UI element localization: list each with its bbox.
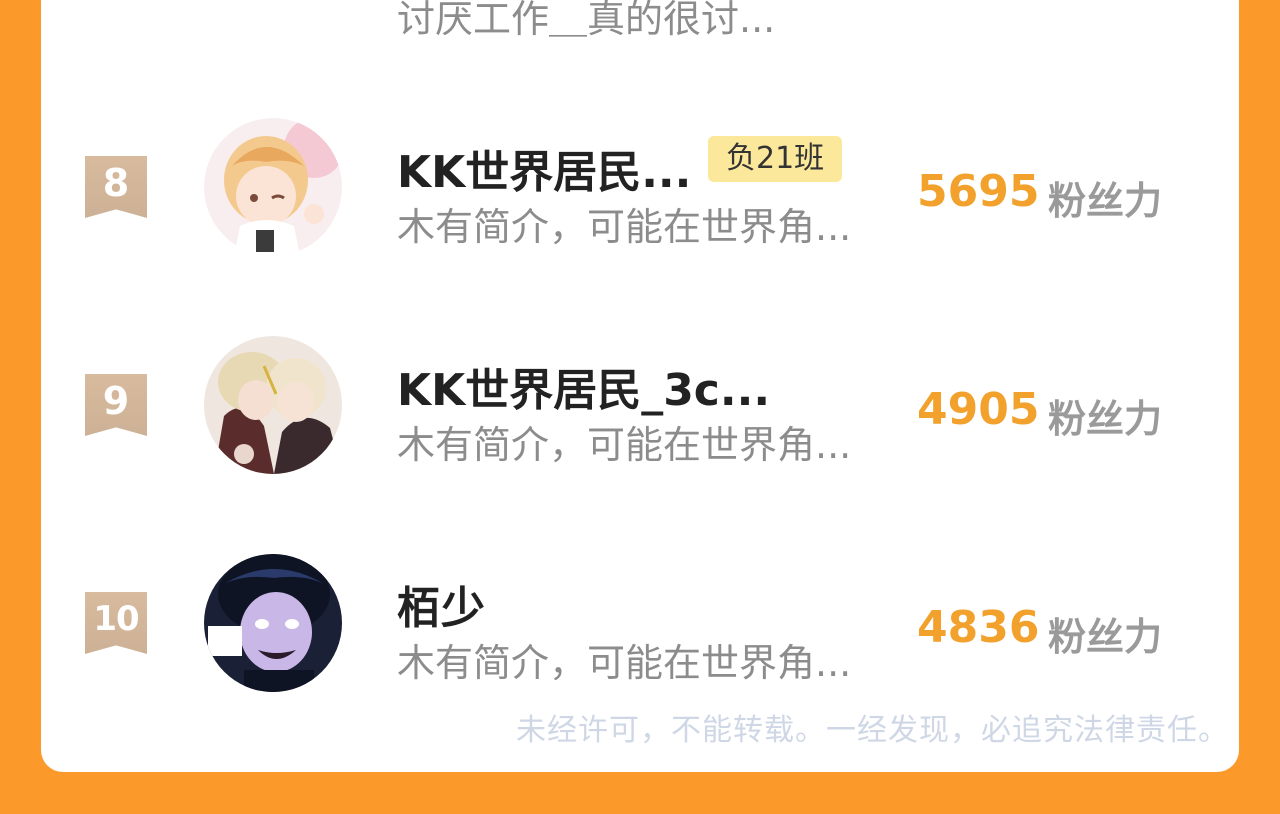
fan-power-label: 粉丝力 bbox=[1048, 179, 1163, 223]
rank-badge: 10 bbox=[85, 592, 147, 654]
fan-power-score: 5695 bbox=[917, 166, 1040, 217]
rank-badge: 9 bbox=[85, 374, 147, 436]
avatar[interactable] bbox=[204, 336, 342, 474]
rank-badge: 8 bbox=[85, 156, 147, 218]
user-bio: 讨厌工作＿真的很讨... bbox=[397, 0, 776, 41]
user-bio: 木有简介，可能在世界角... bbox=[397, 205, 852, 249]
user-bio: 木有简介，可能在世界角... bbox=[397, 423, 852, 467]
list-item[interactable]: 9 KK世界居民_3c... 木有简介，可能在世界角... 4905 粉丝力 bbox=[41, 328, 1239, 478]
leaderboard-card: 讨厌工作＿真的很讨... 8 KK世界居民... 负21班 木有简介，可能在世界… bbox=[41, 0, 1239, 772]
copyright-notice: 未经许可，不能转载。一经发现，必追究法律责任。 bbox=[516, 713, 1229, 748]
fan-power-label: 粉丝力 bbox=[1048, 615, 1163, 659]
user-name[interactable]: 栢少 bbox=[397, 572, 485, 636]
class-tag: 负21班 bbox=[708, 136, 843, 182]
user-name[interactable]: KK世界居民... bbox=[397, 136, 691, 200]
fan-power-score: 4836 bbox=[917, 602, 1040, 653]
list-item[interactable]: 8 KK世界居民... 负21班 木有简介，可能在世界角... 5695 粉丝力 bbox=[41, 110, 1239, 260]
avatar[interactable] bbox=[204, 118, 342, 256]
list-item-partial[interactable]: 讨厌工作＿真的很讨... bbox=[41, 0, 1239, 110]
fan-power-label: 粉丝力 bbox=[1048, 397, 1163, 441]
avatar[interactable] bbox=[204, 554, 342, 692]
user-name[interactable]: KK世界居民_3c... bbox=[397, 354, 770, 418]
list-item[interactable]: 10 栢少 木有简介，可能在世界角... 4836 粉丝力 bbox=[41, 546, 1239, 696]
user-bio: 木有简介，可能在世界角... bbox=[397, 641, 852, 685]
fan-power-score: 4905 bbox=[917, 384, 1040, 435]
